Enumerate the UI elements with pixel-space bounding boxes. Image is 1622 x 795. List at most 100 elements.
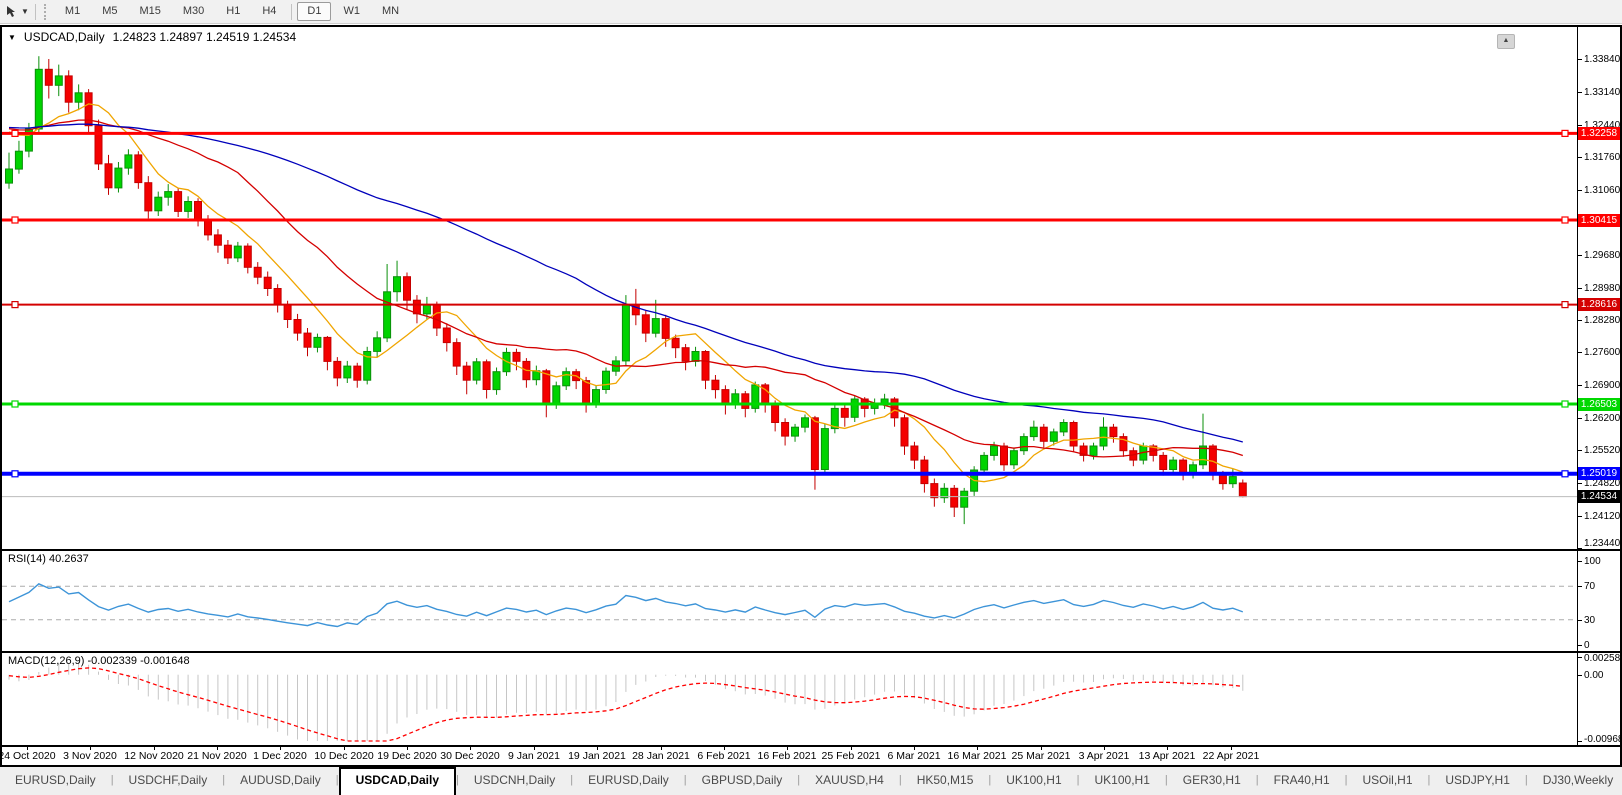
candle-body <box>15 151 22 169</box>
date-axis[interactable]: 24 Oct 20203 Nov 202012 Nov 202021 Nov 2… <box>2 747 1577 765</box>
candle-body <box>65 76 72 102</box>
candle-body <box>463 366 470 380</box>
hline-handle[interactable] <box>12 217 18 223</box>
tab-list: EURUSD,Daily|USDCHF,Daily|AUDUSD,Daily|U… <box>0 767 1622 795</box>
candle-body <box>672 338 679 347</box>
chart-tab-uk100-h1[interactable]: UK100,H1 <box>991 767 1076 795</box>
candle-body <box>443 328 450 343</box>
timeframe-button-h1[interactable]: H1 <box>216 2 250 21</box>
hline-handle[interactable] <box>1562 302 1568 308</box>
hline-handle[interactable] <box>12 302 18 308</box>
hline-price-badge: 1.26503 <box>1578 398 1620 411</box>
chart-tab-hk50-m15[interactable]: HK50,M15 <box>902 767 989 795</box>
candle-body <box>841 408 848 417</box>
candle-body <box>901 418 908 446</box>
candle-body <box>792 427 799 436</box>
chart-tab-audusd-daily[interactable]: AUDUSD,Daily <box>225 767 336 795</box>
candle-body <box>493 372 500 390</box>
rsi-axis[interactable]: 10070300 <box>1578 551 1620 651</box>
price-tick-label: 1.27600 <box>1584 347 1620 358</box>
candle-body <box>294 320 301 334</box>
hline-price-badge: 1.28616 <box>1578 298 1620 311</box>
timeframe-button-d1[interactable]: D1 <box>297 2 331 21</box>
hline-handle[interactable] <box>12 471 18 477</box>
candle-body <box>1060 423 1067 432</box>
price-tick-mark <box>1578 92 1582 93</box>
candle-body <box>951 488 958 507</box>
hline-handle[interactable] <box>12 401 18 407</box>
candle-body <box>662 319 669 339</box>
timeframe-button-h4[interactable]: H4 <box>252 2 286 21</box>
candle-body <box>1030 427 1037 436</box>
price-tick-mark <box>1578 483 1582 484</box>
chart-tab-xauusd-h4[interactable]: XAUUSD,H4 <box>800 767 899 795</box>
timeframe-button-w1[interactable]: W1 <box>333 2 370 21</box>
chart-tab-gbpusd-daily[interactable]: GBPUSD,Daily <box>687 767 798 795</box>
rsi-canvas <box>2 551 1577 651</box>
crosshair-tool-button[interactable]: ▼ <box>3 4 31 19</box>
price-axis[interactable]: 1.338401.331401.324401.317601.310601.296… <box>1578 27 1620 549</box>
timeframe-buttons: M1M5M15M30H1H4 D1W1MN <box>54 2 410 21</box>
candle-body <box>145 183 152 211</box>
candle-body <box>35 69 42 129</box>
candle-body <box>205 220 212 235</box>
chart-tab-dj30-weekly[interactable]: DJ30,Weekly <box>1528 767 1622 795</box>
moving-average-21 <box>9 120 1243 457</box>
timeframe-button-m30[interactable]: M30 <box>173 2 214 21</box>
rsi-pane[interactable]: RSI(14) 40.2637 <box>2 551 1577 651</box>
candle-body <box>413 300 420 314</box>
timeframe-button-m1[interactable]: M1 <box>55 2 90 21</box>
timeframe-button-mn[interactable]: MN <box>372 2 409 21</box>
date-label: 25 Mar 2021 <box>1012 750 1071 762</box>
price-tick-mark <box>1578 385 1582 386</box>
macd-axis[interactable]: 0.002580.00-0.009687 <box>1578 653 1620 745</box>
hline-handle[interactable] <box>1562 471 1568 477</box>
toolbar-grip[interactable] <box>44 4 50 20</box>
chart-tab-eurusd-daily[interactable]: EURUSD,Daily <box>573 767 684 795</box>
chart-tab-usdchf-daily[interactable]: USDCHF,Daily <box>114 767 223 795</box>
candle-body <box>603 371 610 389</box>
price-tick-mark <box>1578 125 1582 126</box>
chart-tab-usoil-h1[interactable]: USOil,H1 <box>1348 767 1428 795</box>
candle-body <box>1170 460 1177 469</box>
timeframe-toolbar: ▼ M1M5M15M30H1H4 D1W1MN <box>0 0 1622 24</box>
candle-body <box>1050 432 1057 441</box>
chart-tab-ger30-h1[interactable]: GER30,H1 <box>1168 767 1256 795</box>
candle-body <box>772 404 779 423</box>
price-tick-mark <box>1578 450 1582 451</box>
candle-body <box>931 484 938 498</box>
timeframe-button-m15[interactable]: M15 <box>129 2 170 21</box>
candle-body <box>165 192 172 198</box>
price-tick-mark <box>1578 352 1582 353</box>
timeframe-button-m5[interactable]: M5 <box>92 2 127 21</box>
chart-tab-uk100-h1[interactable]: UK100,H1 <box>1080 767 1165 795</box>
candle-body <box>543 371 550 404</box>
chart-tab-usdcad-daily[interactable]: USDCAD,Daily <box>339 767 456 795</box>
main-chart-pane[interactable]: ▼ USDCAD,Daily 1.24823 1.24897 1.24519 1… <box>2 27 1577 549</box>
candle-body <box>593 390 600 404</box>
candle-body <box>384 292 391 338</box>
price-tick-label: 1.26900 <box>1584 380 1620 391</box>
price-tick-mark <box>1578 157 1582 158</box>
chart-tab-eurusd-daily[interactable]: EURUSD,Daily <box>0 767 111 795</box>
date-label: 9 Jan 2021 <box>508 750 560 762</box>
rsi-label: RSI(14) 40.2637 <box>8 553 89 565</box>
chart-window: ▼ USDCAD,Daily 1.24823 1.24897 1.24519 1… <box>0 25 1622 767</box>
macd-pane[interactable]: MACD(12,26,9) -0.002339 -0.001648 <box>2 653 1577 745</box>
chart-tab-fra40-h1[interactable]: FRA40,H1 <box>1259 767 1345 795</box>
hline-handle[interactable] <box>1562 401 1568 407</box>
chart-tab-usdjpy-h1[interactable]: USDJPY,H1 <box>1430 767 1524 795</box>
chevron-down-icon[interactable]: ▼ <box>21 7 29 16</box>
triangle-down-icon[interactable]: ▼ <box>8 33 16 42</box>
candle-body <box>125 155 132 168</box>
hline-handle[interactable] <box>1562 130 1568 136</box>
chart-corner-button[interactable]: ▲ <box>1497 34 1515 49</box>
date-label: 22 Apr 2021 <box>1203 750 1260 762</box>
candle-body <box>811 418 818 470</box>
candle-body <box>1229 477 1236 484</box>
hline-handle[interactable] <box>1562 217 1568 223</box>
macd-tick-mark <box>1578 675 1582 676</box>
hline-handle[interactable] <box>12 130 18 136</box>
chart-tab-usdcnh-daily[interactable]: USDCNH,Daily <box>459 767 570 795</box>
price-tick-label: 1.28980 <box>1584 283 1620 294</box>
